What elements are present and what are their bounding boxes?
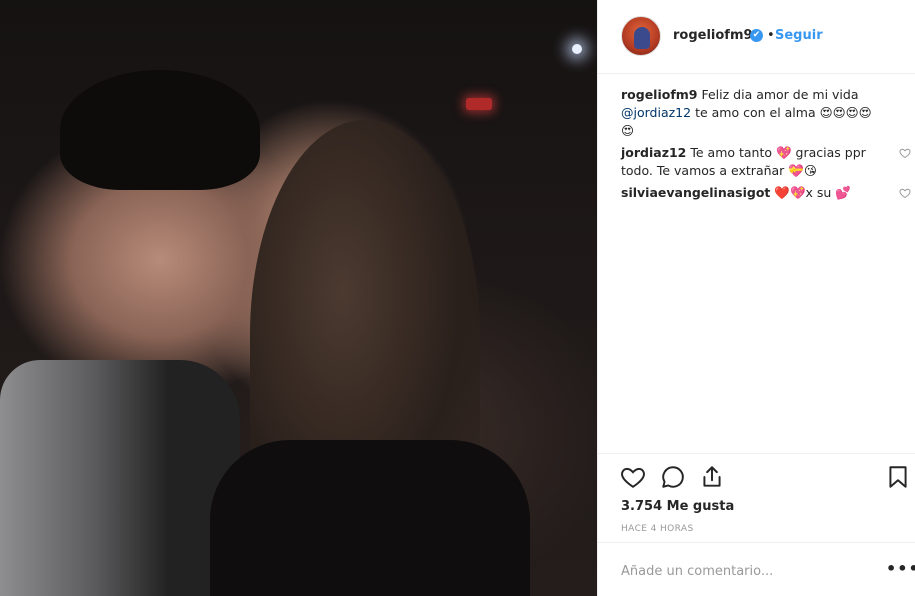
caption-mention-link[interactable]: @jordiaz12 xyxy=(621,105,691,120)
verified-badge-icon: ✔ xyxy=(750,29,763,42)
comment-input[interactable] xyxy=(621,561,861,581)
comment-icon[interactable] xyxy=(660,464,686,490)
username-link[interactable]: rogeliofm9 xyxy=(673,28,753,44)
photo-region-shirt xyxy=(0,360,240,596)
bookmark-icon[interactable] xyxy=(885,464,911,490)
post-sidebar: rogeliofm9 ✔ • Seguir rogeliofm9 Feliz d… xyxy=(597,0,915,596)
small-heart-icon[interactable] xyxy=(899,187,911,199)
photo-region-dress xyxy=(210,440,530,596)
action-bar: 3.754 Me gusta HACE 4 HORAS ••• xyxy=(598,453,915,596)
post-header: rogeliofm9 ✔ • Seguir xyxy=(598,0,915,74)
comment-username[interactable]: silviaevangelinasigot xyxy=(621,185,770,200)
list-item: jordiaz12 Te amo tanto 💖 gracias ppr tod… xyxy=(621,144,911,180)
comment-text: ❤️💖x su 💕 xyxy=(774,185,851,200)
caption: rogeliofm9 Feliz dia amor de mi vida @jo… xyxy=(621,86,903,140)
small-heart-icon[interactable] xyxy=(899,147,911,159)
post-photo[interactable] xyxy=(0,0,597,596)
photo-region-light xyxy=(572,44,582,54)
caption-text: Feliz dia amor de mi vida xyxy=(701,87,859,102)
comment-list: rogeliofm9 Feliz dia amor de mi vida @jo… xyxy=(621,86,911,206)
separator-dot: • xyxy=(767,28,775,43)
photo-region-hair xyxy=(60,70,260,190)
list-item: silviaevangelinasigot ❤️💖x su 💕 xyxy=(621,184,911,202)
add-comment-bar: ••• xyxy=(598,542,915,596)
follow-button[interactable]: Seguir xyxy=(775,28,823,44)
likes-count[interactable]: 3.754 Me gusta xyxy=(621,499,734,514)
photo-region-neon-sign xyxy=(466,98,492,110)
post-timestamp[interactable]: HACE 4 HORAS xyxy=(621,524,694,534)
caption-username[interactable]: rogeliofm9 xyxy=(621,87,698,102)
share-icon[interactable] xyxy=(699,464,725,490)
avatar[interactable] xyxy=(621,16,661,56)
heart-icon[interactable] xyxy=(620,464,646,490)
more-options-button[interactable]: ••• xyxy=(886,559,915,578)
comment-username[interactable]: jordiaz12 xyxy=(621,145,686,160)
